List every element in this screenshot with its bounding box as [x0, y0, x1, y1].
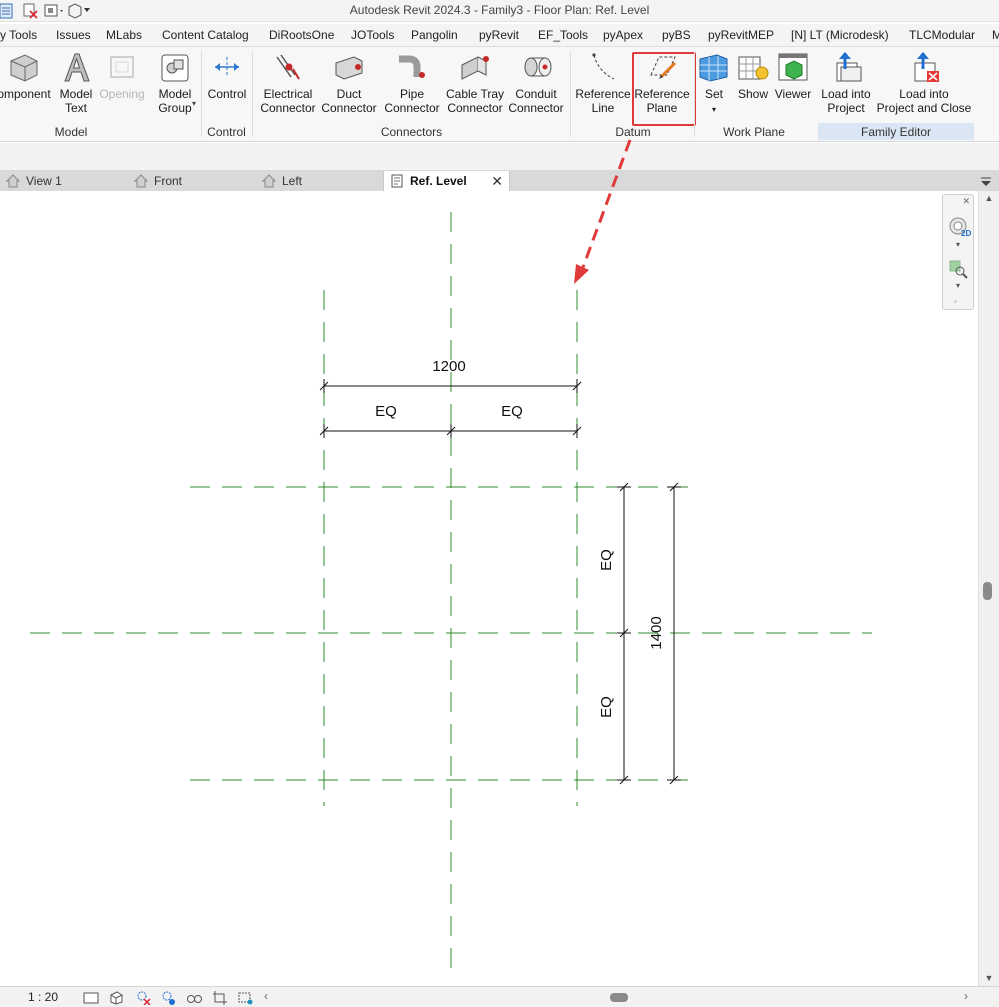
vertical-scroll-thumb[interactable] [983, 582, 992, 600]
view-scale[interactable]: 1 : 20 [28, 990, 58, 1004]
show-rendering-dialog-icon[interactable] [186, 990, 202, 1005]
visual-style-icon[interactable] [108, 990, 124, 1005]
show-crop-region-icon[interactable] [237, 990, 253, 1005]
navbar-customize-icon[interactable]: ◦ [954, 297, 957, 306]
svg-text:2D: 2D [961, 229, 971, 238]
navigation-bar: ✕ 2D ▾ ▾ ◦ [942, 194, 974, 310]
scroll-left-icon[interactable]: ‹ [264, 989, 268, 1003]
scroll-up-icon[interactable]: ▲ [983, 193, 995, 203]
horizontal-scroll-thumb[interactable] [610, 993, 628, 1002]
2d-wheel-icon[interactable]: 2D [947, 215, 971, 243]
chevron-down-icon[interactable]: ▾ [956, 281, 960, 290]
chevron-down-icon[interactable]: ▾ [956, 240, 960, 249]
scroll-right-icon[interactable]: › [964, 989, 968, 1003]
view-control-bar: 1 : 20 ‹ › [0, 986, 999, 1007]
crop-view-icon[interactable] [212, 990, 228, 1005]
vertical-scrollbar[interactable]: ▲ ▼ [978, 191, 999, 986]
sun-path-off-icon[interactable] [135, 990, 151, 1005]
horizontal-scrollbar[interactable]: ‹ › [264, 989, 978, 1006]
annotation-arrow [574, 139, 632, 284]
detail-level-icon[interactable] [83, 990, 99, 1005]
shadows-off-icon[interactable] [160, 990, 176, 1005]
zoom-region-icon[interactable] [948, 259, 970, 279]
close-icon[interactable]: ✕ [962, 196, 970, 207]
scroll-down-icon[interactable]: ▼ [983, 973, 995, 983]
